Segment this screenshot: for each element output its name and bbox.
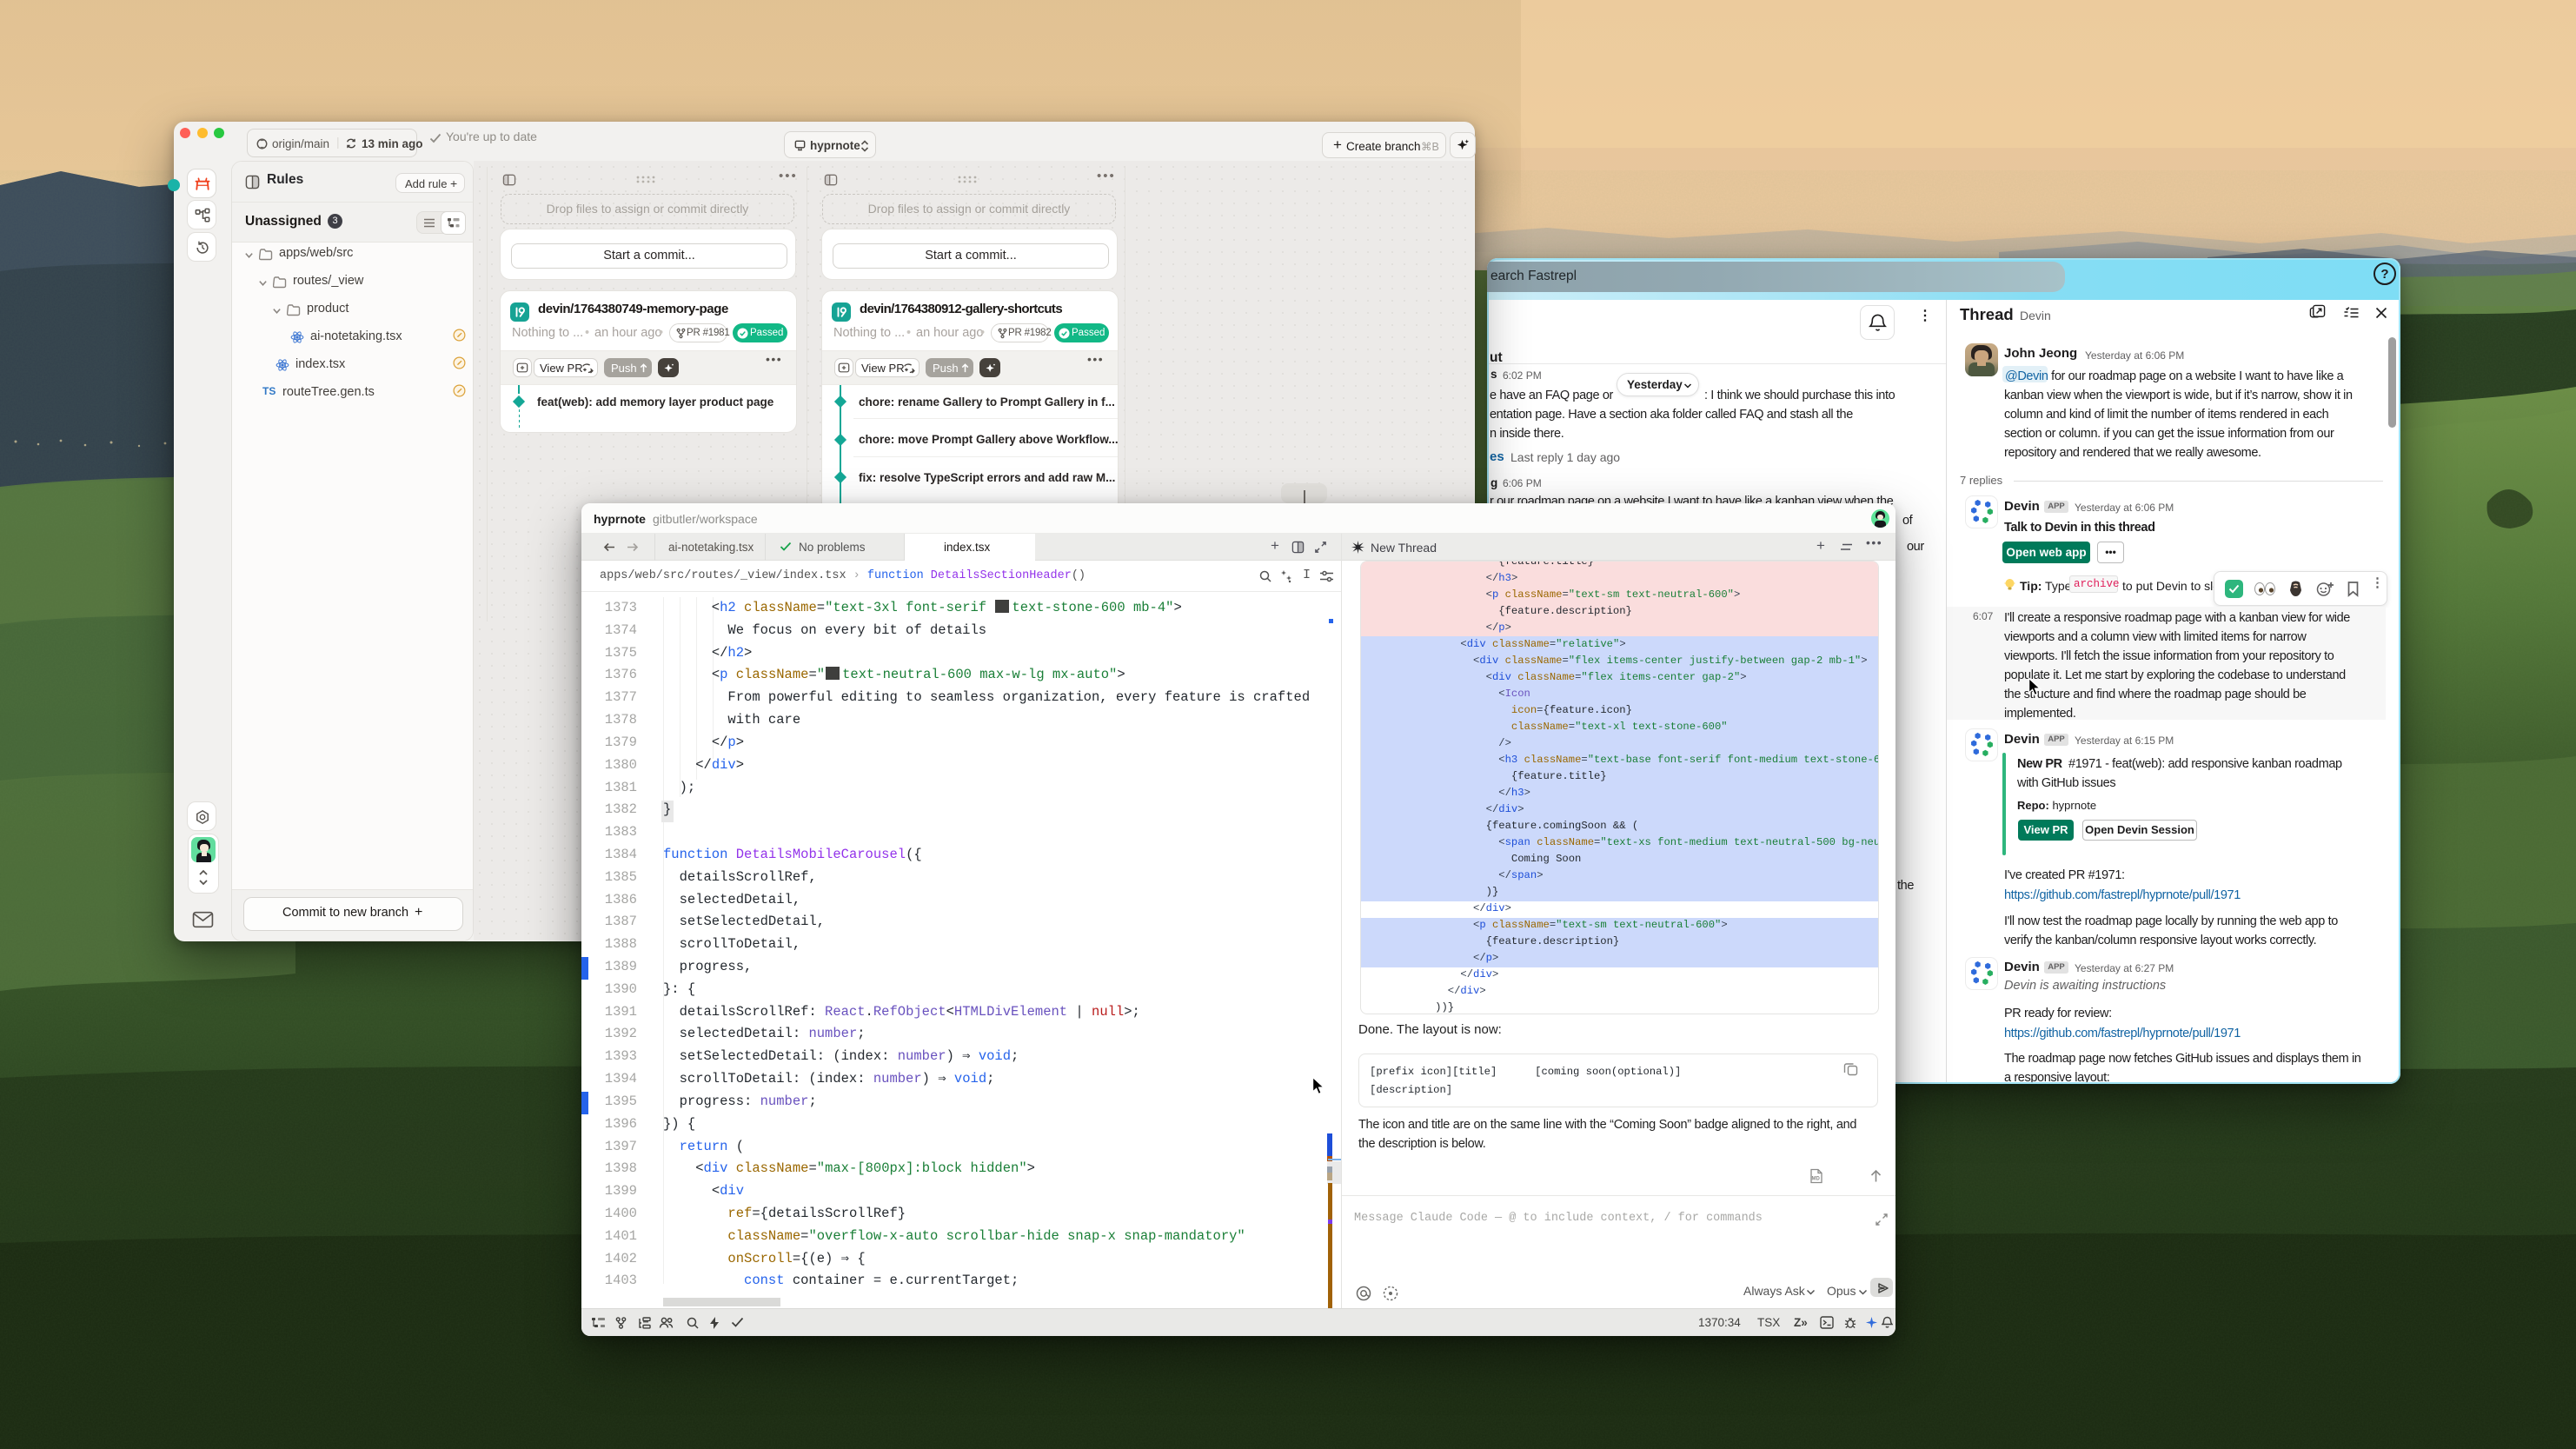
svg-text:MD: MD (1812, 1177, 1821, 1182)
